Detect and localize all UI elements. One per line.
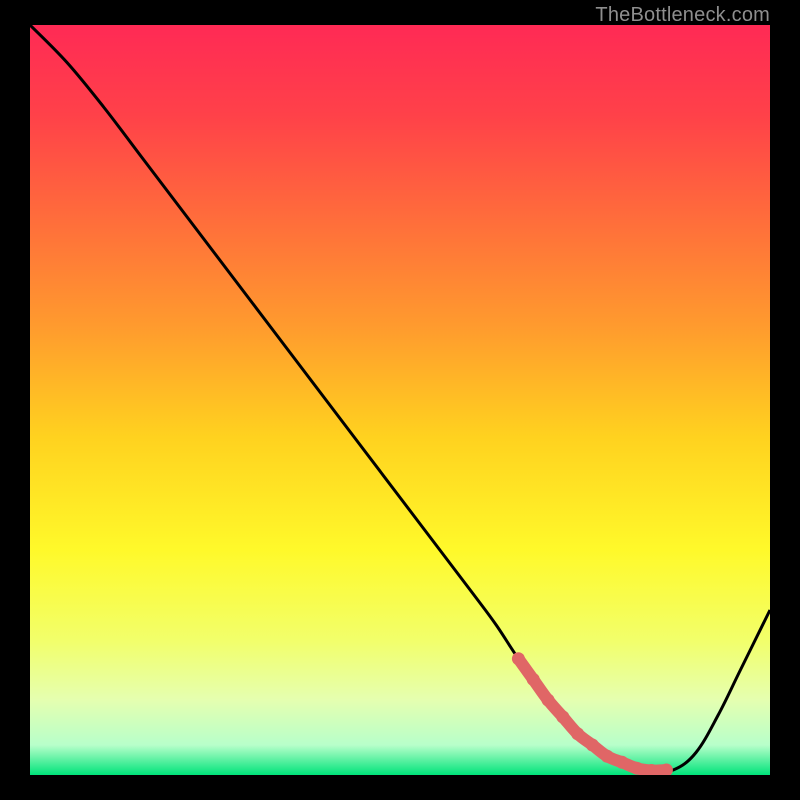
chart-frame: TheBottleneck.com	[0, 0, 800, 800]
chart-svg	[30, 25, 770, 775]
attribution-label: TheBottleneck.com	[595, 4, 770, 27]
chart-plot-area	[30, 25, 770, 775]
gradient-background	[30, 25, 770, 775]
